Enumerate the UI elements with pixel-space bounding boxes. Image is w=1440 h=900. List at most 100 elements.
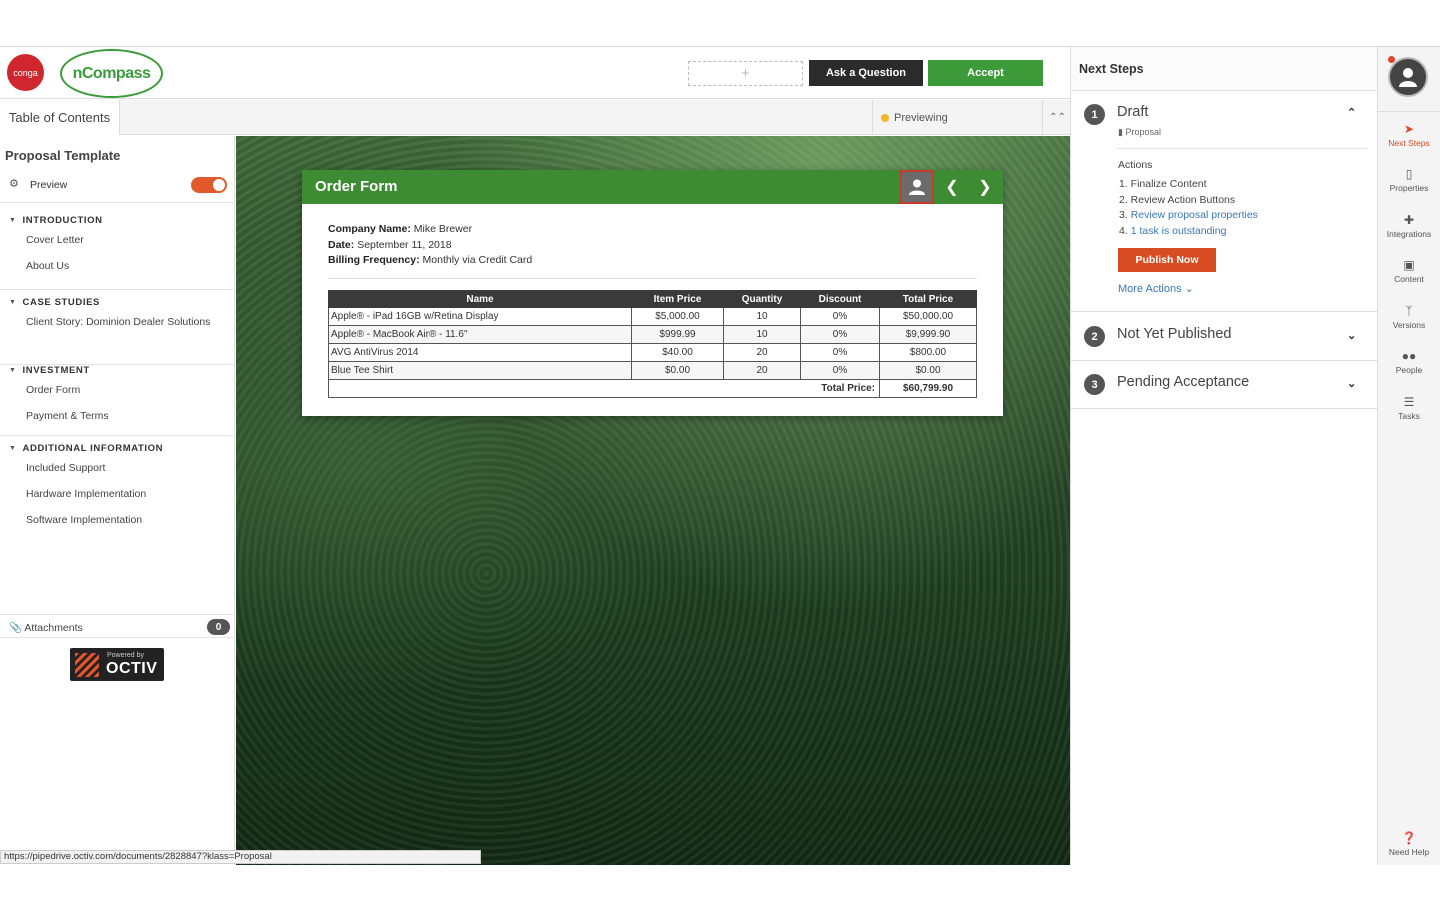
octiv-logo-icon bbox=[75, 653, 99, 677]
billing-line: Billing Frequency: Monthly via Credit Ca… bbox=[328, 254, 533, 266]
attachments-label: 📎 Attachments bbox=[9, 622, 83, 634]
step-number: 1 bbox=[1084, 104, 1105, 125]
total-label: Total Price: bbox=[328, 379, 880, 398]
chevron-up-icon[interactable]: ⌃ bbox=[1347, 106, 1356, 119]
arrow-circle-icon: ➤ bbox=[1403, 122, 1415, 136]
user-icon[interactable] bbox=[900, 170, 934, 204]
section-header[interactable]: ▼ INTRODUCTION bbox=[0, 208, 234, 232]
step-number: 2 bbox=[1084, 326, 1105, 347]
previewing-status: Previewing bbox=[872, 100, 1043, 135]
toc-item-order-form[interactable]: Order Form bbox=[0, 382, 234, 399]
help-icon: ❓ bbox=[1401, 831, 1417, 845]
sub-bar: Table of Contents Previewing ⌃⌃ bbox=[0, 100, 1070, 135]
attachments-count-badge: 0 bbox=[207, 619, 230, 635]
chevron-down-icon: ⌄ bbox=[1184, 283, 1194, 295]
rail-content[interactable]: ▣ Content bbox=[1378, 258, 1440, 284]
proposal-template-title: Proposal Template bbox=[5, 148, 121, 163]
col-total-price: Total Price bbox=[879, 290, 977, 308]
caret-down-icon: ▼ bbox=[9, 366, 17, 374]
rail-integrations[interactable]: ✚ Integrations bbox=[1378, 213, 1440, 239]
total-value: $60,799.90 bbox=[879, 379, 977, 398]
conga-logo: conga bbox=[7, 54, 44, 91]
preview-row: ⚙ Preview bbox=[0, 169, 234, 203]
gear-icon[interactable]: ⚙ bbox=[9, 177, 19, 190]
rail-versions[interactable]: ᛉ Versions bbox=[1378, 304, 1440, 330]
col-discount: Discount bbox=[800, 290, 880, 308]
toc-item-about-us[interactable]: About Us bbox=[0, 258, 234, 275]
accept-button[interactable]: Accept bbox=[928, 60, 1043, 86]
previewing-label: Previewing bbox=[894, 111, 948, 124]
section-introduction: ▼ INTRODUCTION Cover Letter About Us bbox=[0, 208, 234, 290]
toc-item-client-story[interactable]: Client Story: Dominion Dealer Solutions bbox=[0, 314, 234, 331]
avatar[interactable] bbox=[1388, 57, 1428, 97]
table-row: Blue Tee Shirt $0.00 20 0% $0.00 bbox=[328, 361, 977, 380]
caret-down-icon: ▼ bbox=[9, 298, 17, 306]
chevron-down-icon[interactable]: ⌄ bbox=[1347, 377, 1356, 390]
step-pending-acceptance[interactable]: 3 Pending Acceptance ⌄ bbox=[1071, 361, 1377, 409]
ncompass-logo: nCompass bbox=[60, 49, 163, 98]
toc-sidebar: Proposal Template ⚙ Preview ▼ INTRODUCTIO… bbox=[0, 136, 235, 865]
caret-down-icon: ▼ bbox=[9, 444, 17, 452]
toc-item-payment-terms[interactable]: Payment & Terms bbox=[0, 408, 234, 425]
rail-properties[interactable]: ▯ Properties bbox=[1378, 167, 1440, 193]
chevron-right-icon[interactable]: ❯ bbox=[975, 177, 995, 197]
section-header[interactable]: ▼ INVESTMENT bbox=[0, 358, 234, 382]
toc-item-hardware-implementation[interactable]: Hardware Implementation bbox=[0, 486, 234, 503]
right-rail: ➤ Next Steps ▯ Properties ✚ Integrations ▣ C… bbox=[1378, 47, 1440, 865]
rail-tasks[interactable]: ☰ Tasks bbox=[1378, 395, 1440, 421]
action-item: 2. Review Action Buttons bbox=[1119, 193, 1236, 206]
toc-item-software-implementation[interactable]: Software Implementation bbox=[0, 512, 234, 529]
ask-question-button[interactable]: Ask a Question bbox=[809, 60, 923, 86]
order-form-header: Order Form ❮ ❯ bbox=[302, 170, 1003, 204]
step-number: 3 bbox=[1084, 374, 1105, 395]
review-properties-link[interactable]: Review proposal properties bbox=[1131, 209, 1258, 221]
more-actions-dropdown[interactable]: More Actions ⌄ bbox=[1118, 282, 1194, 295]
toc-item-cover-letter[interactable]: Cover Letter bbox=[0, 232, 234, 249]
preview-toggle[interactable] bbox=[191, 177, 227, 193]
attachments-row[interactable]: 📎 Attachments 0 bbox=[0, 614, 234, 638]
chevron-left-icon[interactable]: ❮ bbox=[942, 177, 962, 197]
section-case-studies: ▼ CASE STUDIES Client Story: Dominion Dea… bbox=[0, 290, 234, 365]
paperclip-icon: 📎 bbox=[9, 622, 23, 634]
order-form-card: Order Form ❮ ❯ Company Name: Mike Brewer… bbox=[302, 170, 1003, 416]
octiv-wordmark: OCTIV bbox=[106, 660, 158, 677]
step-title: Not Yet Published bbox=[1117, 326, 1232, 342]
preview-label: Preview bbox=[30, 179, 68, 191]
step-not-yet-published[interactable]: 2 Not Yet Published ⌄ bbox=[1071, 313, 1377, 361]
rail-next-steps[interactable]: ➤ Next Steps bbox=[1378, 122, 1440, 148]
toc-item-included-support[interactable]: Included Support bbox=[0, 460, 234, 477]
divider bbox=[1378, 111, 1440, 112]
document-icon: ▮ bbox=[1118, 127, 1123, 137]
rail-need-help[interactable]: ❓ Need Help bbox=[1378, 831, 1440, 857]
table-row: Apple® - MacBook Air® - 11.6" $999.99 10… bbox=[328, 325, 977, 344]
col-quantity: Quantity bbox=[723, 290, 801, 308]
table-header-row: Name Item Price Quantity Discount Total … bbox=[328, 290, 977, 308]
actions-label: Actions bbox=[1118, 159, 1153, 171]
collapse-up-icon[interactable]: ⌃⌃ bbox=[1045, 100, 1070, 135]
powered-by-label: Powered by bbox=[107, 652, 144, 659]
notification-dot bbox=[1388, 56, 1395, 63]
add-action-slot[interactable]: + bbox=[688, 61, 803, 86]
order-info: Company Name: Mike Brewer Date: Septembe… bbox=[328, 222, 532, 269]
divider bbox=[1117, 148, 1367, 149]
action-item: 4. 1 task is outstanding bbox=[1119, 224, 1227, 237]
powered-by-octiv-badge[interactable]: Powered by OCTIV bbox=[70, 648, 164, 681]
branch-icon: ᛉ bbox=[1405, 304, 1413, 318]
rail-people[interactable]: ●● People bbox=[1378, 349, 1440, 375]
action-item: 3. Review proposal properties bbox=[1119, 209, 1258, 221]
actions-list: 1. Finalize Content 2. Review Action But… bbox=[1119, 177, 1258, 239]
publish-now-button[interactable]: Publish Now bbox=[1118, 248, 1216, 272]
toggle-knob bbox=[213, 179, 225, 191]
tab-table-of-contents[interactable]: Table of Contents bbox=[0, 100, 120, 135]
section-header[interactable]: ▼ CASE STUDIES bbox=[0, 290, 234, 314]
step-title: Pending Acceptance bbox=[1117, 374, 1250, 390]
table-row: Apple® - iPad 16GB w/Retina Display $5,0… bbox=[328, 307, 977, 326]
col-item-price: Item Price bbox=[631, 290, 724, 308]
step-title[interactable]: Draft bbox=[1117, 104, 1148, 120]
outstanding-task-link[interactable]: 1 task is outstanding bbox=[1131, 225, 1227, 237]
order-table: Name Item Price Quantity Discount Total … bbox=[328, 290, 977, 398]
chevron-down-icon[interactable]: ⌄ bbox=[1347, 329, 1356, 342]
section-additional-information: ▼ ADDITIONAL INFORMATION Included Support… bbox=[0, 436, 234, 546]
section-header[interactable]: ▼ ADDITIONAL INFORMATION bbox=[0, 436, 234, 460]
document-preview: Order Form ❮ ❯ Company Name: Mike Brewer… bbox=[236, 136, 1070, 865]
